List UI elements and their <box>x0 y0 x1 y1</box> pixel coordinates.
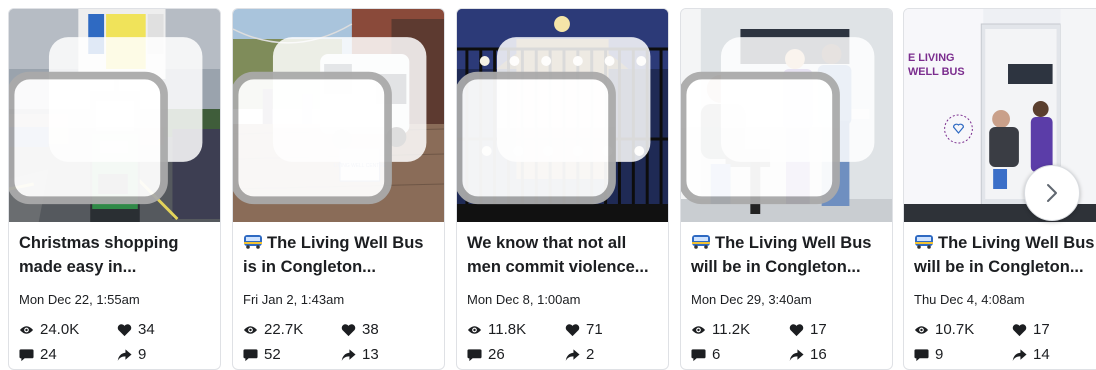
multi-image-icon <box>457 37 651 205</box>
heart-icon <box>117 323 132 336</box>
post-date: Mon Dec 22, 1:55am <box>19 292 140 307</box>
comment-bubble-icon <box>914 348 929 361</box>
comments-count: 9 <box>935 346 944 363</box>
views-count: 24.0K <box>40 321 80 338</box>
shares-stat: 14 <box>1012 346 1050 363</box>
post-date: Thu Dec 4, 4:08am <box>914 292 1025 307</box>
comments-stat: 52 <box>243 346 281 363</box>
share-arrow-icon <box>789 348 804 361</box>
views-stat: 11.8K <box>467 321 526 338</box>
heart-icon <box>1012 323 1027 336</box>
comments-count: 6 <box>712 346 721 363</box>
post-title-text: We know that not all men commit violence… <box>467 234 649 276</box>
views-count: 11.8K <box>488 321 527 338</box>
post-title-text: The Living Well Bus will be in Congleton… <box>691 234 872 276</box>
shares-count: 16 <box>810 346 827 363</box>
multi-image-icon <box>233 37 427 205</box>
post-date: Mon Dec 29, 3:40am <box>691 292 812 307</box>
post-carousel: Christmas shopping made easy in... Mon D… <box>0 0 1096 370</box>
post-title[interactable]: The Living Well Bus will be in Congleton… <box>914 231 1096 279</box>
post-thumbnail[interactable] <box>681 9 892 222</box>
bus-emoji-icon <box>244 235 262 249</box>
likes-count: 17 <box>810 321 827 338</box>
shares-stat: 16 <box>789 346 827 363</box>
post-title[interactable]: Christmas shopping made easy in... <box>19 231 212 279</box>
share-arrow-icon <box>1012 348 1027 361</box>
eye-icon <box>19 325 34 334</box>
likes-count: 71 <box>586 321 603 338</box>
post-title-text: Christmas shopping made easy in... <box>19 234 179 276</box>
shares-count: 9 <box>138 346 147 363</box>
likes-stat: 71 <box>565 321 603 338</box>
share-arrow-icon <box>117 348 132 361</box>
post-card[interactable]: LIVING WELL CENTRE The Living Well Bus i… <box>232 8 445 370</box>
shares-count: 14 <box>1033 346 1050 363</box>
eye-icon <box>914 325 929 334</box>
post-title[interactable]: We know that not all men commit violence… <box>467 231 660 279</box>
post-thumbnail[interactable]: LIVING WELL CENTRE <box>233 9 444 222</box>
shares-count: 2 <box>586 346 595 363</box>
bus-emoji-icon <box>915 235 933 249</box>
post-thumbnail[interactable] <box>457 9 668 222</box>
comment-bubble-icon <box>691 348 706 361</box>
post-date: Mon Dec 8, 1:00am <box>467 292 581 307</box>
heart-icon <box>341 323 356 336</box>
share-arrow-icon <box>565 348 580 361</box>
post-card[interactable]: Christmas shopping made easy in... Mon D… <box>8 8 221 370</box>
eye-icon <box>243 325 258 334</box>
likes-stat: 38 <box>341 321 379 338</box>
views-count: 22.7K <box>264 321 304 338</box>
comments-stat: 24 <box>19 346 57 363</box>
views-stat: 22.7K <box>243 321 303 338</box>
shares-count: 13 <box>362 346 379 363</box>
shares-stat: 13 <box>341 346 379 363</box>
post-title[interactable]: The Living Well Bus will be in Congleton… <box>691 231 884 279</box>
likes-stat: 34 <box>117 321 155 338</box>
post-title[interactable]: The Living Well Bus is in Congleton... <box>243 231 436 279</box>
heart-icon <box>565 323 580 336</box>
shares-stat: 2 <box>565 346 594 363</box>
views-count: 10.7K <box>935 321 975 338</box>
comment-bubble-icon <box>467 348 482 361</box>
share-arrow-icon <box>341 348 356 361</box>
views-stat: 24.0K <box>19 321 79 338</box>
likes-count: 17 <box>1033 321 1050 338</box>
post-card[interactable]: The Living Well Bus will be in Congleton… <box>680 8 893 370</box>
comment-bubble-icon <box>243 348 258 361</box>
post-card[interactable]: We know that not all men commit violence… <box>456 8 669 370</box>
carousel-next-button[interactable] <box>1024 165 1080 221</box>
bus-emoji-icon <box>692 235 710 249</box>
eye-icon <box>467 325 482 334</box>
shares-stat: 9 <box>117 346 146 363</box>
comments-stat: 26 <box>467 346 505 363</box>
chevron-right-icon <box>1047 184 1057 202</box>
comments-stat: 6 <box>691 346 720 363</box>
post-title-text: The Living Well Bus will be in Congleton… <box>914 234 1095 276</box>
views-stat: 10.7K <box>914 321 974 338</box>
post-date: Fri Jan 2, 1:43am <box>243 292 345 307</box>
post-title-text: The Living Well Bus is in Congleton... <box>243 234 424 276</box>
multi-image-icon <box>9 37 203 205</box>
comment-bubble-icon <box>19 348 34 361</box>
likes-count: 38 <box>362 321 379 338</box>
views-count: 11.2K <box>712 321 751 338</box>
comments-stat: 9 <box>914 346 943 363</box>
eye-icon <box>691 325 706 334</box>
likes-stat: 17 <box>789 321 827 338</box>
comments-count: 52 <box>264 346 281 363</box>
comments-count: 24 <box>40 346 57 363</box>
likes-stat: 17 <box>1012 321 1050 338</box>
multi-image-icon <box>681 37 875 205</box>
post-thumbnail[interactable] <box>9 9 220 222</box>
comments-count: 26 <box>488 346 505 363</box>
likes-count: 34 <box>138 321 155 338</box>
heart-icon <box>789 323 804 336</box>
views-stat: 11.2K <box>691 321 750 338</box>
